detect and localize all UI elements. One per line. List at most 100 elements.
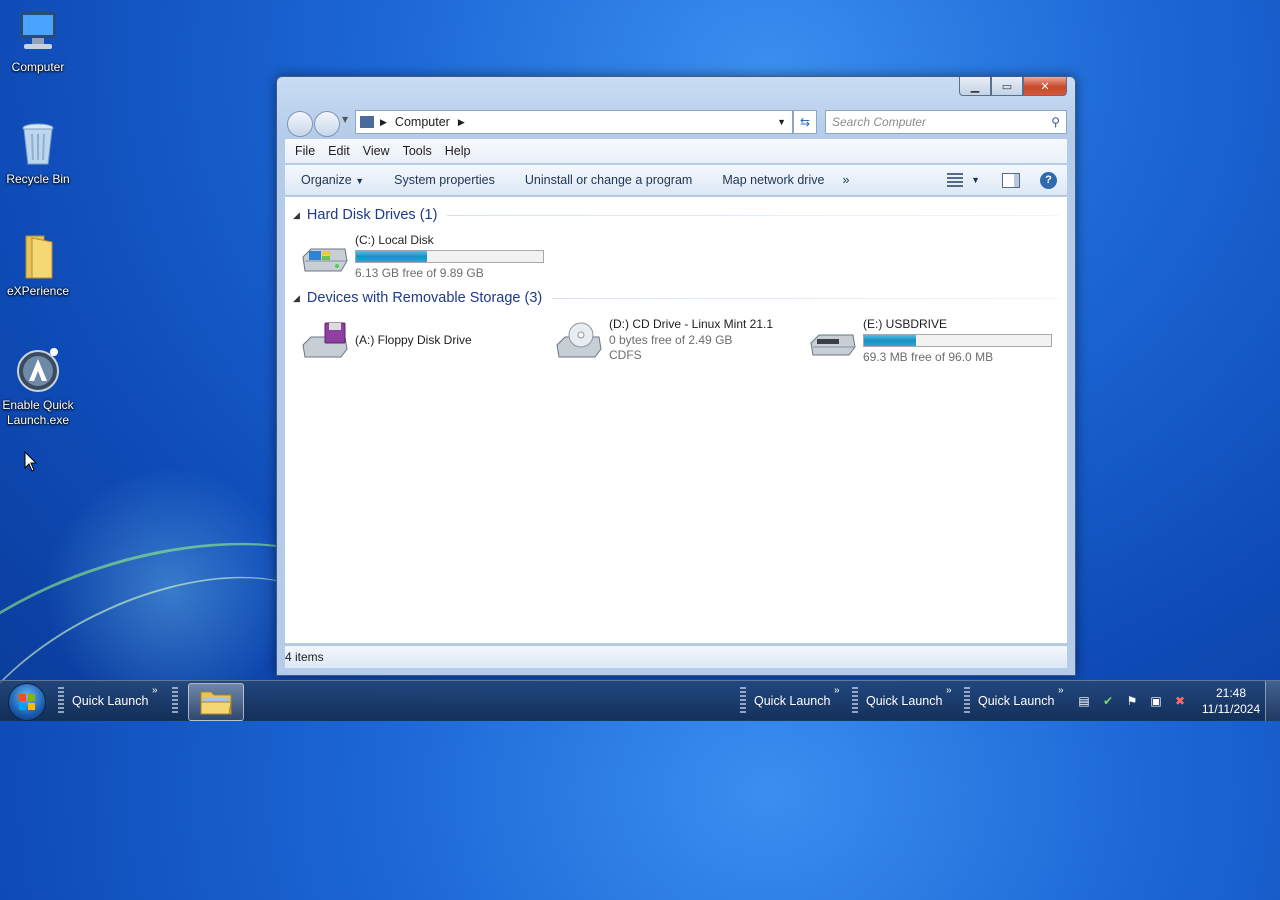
start-button[interactable] xyxy=(8,683,46,721)
security-icon[interactable]: ✔ xyxy=(1100,693,1116,709)
usage-bar-fill xyxy=(864,335,917,346)
quick-launch-label: Quick Launch xyxy=(72,694,149,708)
usage-bar xyxy=(355,250,544,263)
desktop-icon-label: Recycle Bin xyxy=(6,172,70,186)
search-input[interactable]: Search Computer xyxy=(832,115,926,129)
clock-date: 11/11/2024 xyxy=(1201,702,1261,716)
toolbar-grip[interactable] xyxy=(964,687,970,715)
desktop-icon-enable-quick-launch[interactable]: Enable Quick Launch.exe xyxy=(0,346,76,428)
address-dropdown-icon[interactable]: ▼ xyxy=(777,117,786,127)
menu-bar: File Edit View Tools Help xyxy=(285,139,1067,163)
quick-launch-toolbar[interactable]: Quick Launch » xyxy=(964,681,1064,721)
change-view-icon[interactable] xyxy=(947,173,964,187)
system-properties-button[interactable]: System properties xyxy=(394,173,495,187)
menu-help[interactable]: Help xyxy=(445,144,471,158)
refresh-icon: ⇆ xyxy=(799,115,811,129)
recent-pages-icon[interactable]: ▼ xyxy=(342,115,348,124)
quick-launch-toolbar[interactable]: Quick Launch » xyxy=(852,681,952,721)
drive-filesystem: CDFS xyxy=(609,348,642,362)
content-pane: ◢ Hard Disk Drives (1) (C:) Local Disk 6… xyxy=(285,197,1067,643)
chevron-icon[interactable]: » xyxy=(946,685,952,696)
search-icon: ⚲ xyxy=(1051,115,1060,129)
folder-icon xyxy=(14,232,62,280)
chevron-down-icon: ▼ xyxy=(355,176,365,186)
search-box[interactable]: Search Computer ⚲ xyxy=(825,110,1067,134)
volume-muted-icon[interactable]: ✖ xyxy=(1172,693,1188,709)
menu-file[interactable]: File xyxy=(295,144,315,158)
group-divider xyxy=(552,297,1059,299)
close-icon: ✕ xyxy=(1040,79,1050,93)
group-title: Hard Disk Drives (1) xyxy=(306,207,438,223)
minimize-button[interactable]: ▁ xyxy=(959,77,991,96)
more-commands-button[interactable]: » xyxy=(842,173,849,187)
back-button[interactable] xyxy=(287,111,313,137)
view-dropdown-icon[interactable]: ▼ xyxy=(971,175,980,185)
hard-disk-icon xyxy=(302,248,348,272)
drive-free-space: 6.13 GB free of 9.89 GB xyxy=(355,266,484,280)
show-desktop-button[interactable] xyxy=(1265,681,1280,721)
map-network-drive-button[interactable]: Map network drive xyxy=(722,173,824,187)
preview-pane-icon[interactable] xyxy=(1002,172,1020,188)
group-hard-disk-drives[interactable]: ◢ Hard Disk Drives (1) xyxy=(293,205,1059,225)
desktop-icon-computer[interactable]: Computer xyxy=(0,8,76,75)
system-tray: ▤ ✔ ⚑ ▣ ✖ xyxy=(1076,681,1196,721)
clock[interactable]: 21:48 11/11/2024 xyxy=(1196,685,1266,717)
taskbar: Quick Launch » Quick Launch » Quick Laun… xyxy=(0,680,1280,721)
help-icon[interactable]: ? xyxy=(1040,171,1057,189)
folder-icon xyxy=(200,691,232,715)
window-controls: ▁ ▭ ✕ xyxy=(959,77,1067,96)
address-bar[interactable]: ▶ Computer ▶ ▼ xyxy=(355,110,793,134)
drive-free-space: 69.3 MB free of 96.0 MB xyxy=(863,350,994,364)
group-divider xyxy=(447,214,1059,216)
toolbar-grip[interactable] xyxy=(172,687,178,715)
collapse-triangle-icon[interactable]: ◢ xyxy=(293,293,300,304)
navigation-bar: ▼ ▶ Computer ▶ ▼ ⇆ Search Computer ⚲ xyxy=(285,109,1067,137)
organize-button[interactable]: Organize ▼ xyxy=(301,173,364,187)
drive-e[interactable]: (E:) USBDRIVE 69.3 MB free of 96.0 MB xyxy=(809,317,1059,367)
mouse-cursor-icon xyxy=(24,451,38,472)
refresh-button[interactable]: ⇆ xyxy=(793,110,817,134)
desktop-icon-experience[interactable]: eXPerience xyxy=(0,232,76,299)
desktop-icon-label: Computer xyxy=(11,60,65,74)
drive-a[interactable]: (A:) Floppy Disk Drive xyxy=(301,317,541,367)
status-bar: 4 items xyxy=(285,645,1067,668)
taskbar-button-explorer[interactable] xyxy=(188,683,244,721)
breadcrumb-computer[interactable]: Computer xyxy=(395,115,450,129)
floppy-drive-icon xyxy=(302,322,348,358)
quick-launch-toolbar[interactable]: Quick Launch » xyxy=(740,681,840,721)
close-button[interactable]: ✕ xyxy=(1023,77,1067,96)
chevron-icon[interactable]: » xyxy=(1058,685,1064,696)
forward-button[interactable] xyxy=(314,111,340,137)
network-icon[interactable]: ▣ xyxy=(1148,693,1164,709)
quick-launch-toolbar[interactable]: Quick Launch » xyxy=(58,681,158,721)
drive-c[interactable]: (C:) Local Disk 6.13 GB free of 9.89 GB xyxy=(301,233,544,283)
menu-view[interactable]: View xyxy=(363,144,390,158)
drive-name: (A:) Floppy Disk Drive xyxy=(355,333,472,347)
chevron-icon[interactable]: » xyxy=(834,685,840,696)
chevron-icon[interactable]: » xyxy=(152,685,158,696)
quick-launch-label: Quick Launch xyxy=(978,694,1055,708)
computer-icon xyxy=(14,8,62,56)
item-count: 4 items xyxy=(285,650,324,664)
uninstall-program-button[interactable]: Uninstall or change a program xyxy=(525,173,692,187)
group-removable-storage[interactable]: ◢ Devices with Removable Storage (3) xyxy=(293,288,1059,308)
drive-d[interactable]: (D:) CD Drive - Linux Mint 21.1 0 bytes … xyxy=(555,317,795,367)
collapse-triangle-icon[interactable]: ◢ xyxy=(293,210,300,221)
document-icon[interactable]: ▤ xyxy=(1076,693,1092,709)
action-center-flag-icon[interactable]: ⚑ xyxy=(1124,693,1140,709)
toolbar-grip[interactable] xyxy=(58,687,64,715)
toolbar-grip[interactable] xyxy=(740,687,746,715)
computer-small-icon xyxy=(360,116,374,128)
windows-logo-icon xyxy=(19,694,35,710)
breadcrumb-arrow-icon[interactable]: ▶ xyxy=(380,117,387,128)
desktop-icon-recycle-bin[interactable]: Recycle Bin xyxy=(0,120,76,187)
maximize-button[interactable]: ▭ xyxy=(991,77,1023,96)
breadcrumb-arrow-icon[interactable]: ▶ xyxy=(458,117,465,128)
menu-tools[interactable]: Tools xyxy=(403,144,432,158)
drive-name: (C:) Local Disk xyxy=(355,233,434,247)
toolbar-grip[interactable] xyxy=(852,687,858,715)
menu-edit[interactable]: Edit xyxy=(328,144,350,158)
command-bar: Organize ▼ System properties Uninstall o… xyxy=(285,165,1067,196)
desktop-icon-label: Enable Quick Launch.exe xyxy=(2,398,74,427)
drive-name: (E:) USBDRIVE xyxy=(863,317,948,331)
